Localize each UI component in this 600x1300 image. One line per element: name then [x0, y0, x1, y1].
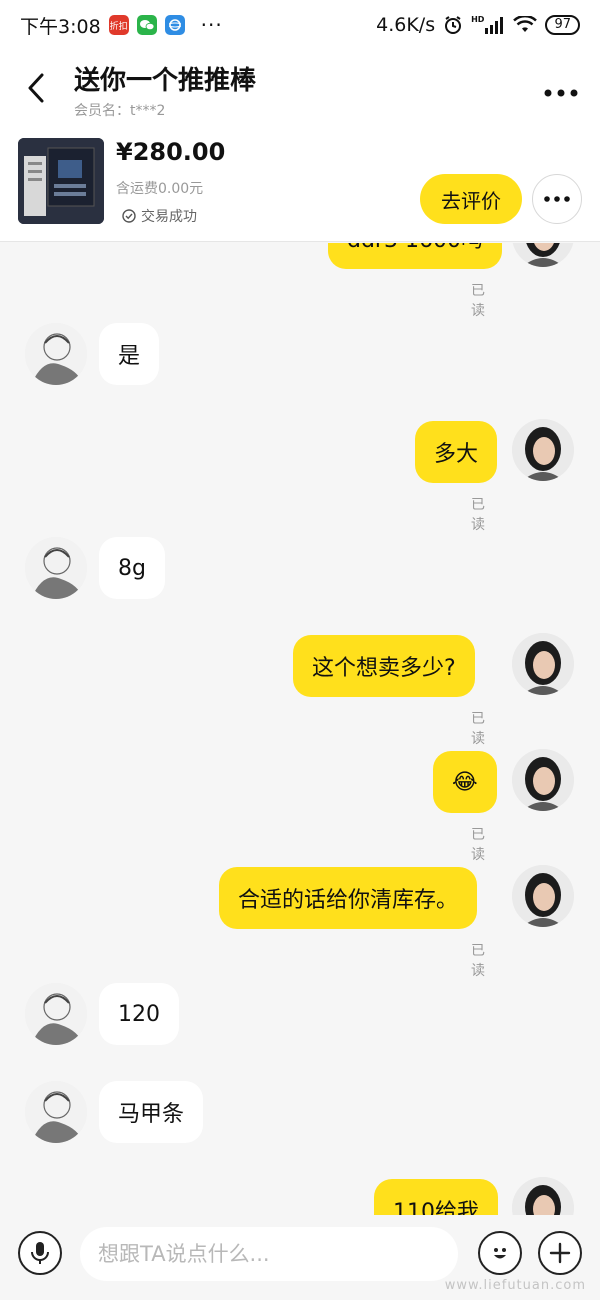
read-receipt: 已读	[471, 827, 485, 863]
seller-avatar[interactable]	[512, 633, 574, 695]
wifi-icon	[513, 16, 538, 34]
notification-app-icon: 折扣	[108, 15, 129, 35]
read-receipt: 已读	[471, 943, 485, 979]
signal-icon: HD	[471, 15, 505, 34]
message-bubble[interactable]: ddr3 1600吗	[328, 243, 502, 269]
trade-status: 交易成功	[122, 206, 197, 226]
message-bubble[interactable]: 😂	[433, 751, 497, 813]
product-summary[interactable]: ¥280.00 含运费0.00元 交易成功 去评价	[0, 132, 600, 242]
product-price: ¥280.00	[116, 138, 226, 166]
member-name: 会员名：t***2	[74, 103, 166, 119]
buyer-avatar[interactable]	[25, 323, 87, 385]
message-bubble[interactable]: 是	[99, 323, 160, 385]
voice-button[interactable]	[18, 1231, 62, 1275]
status-bar: 下午3:08 折扣 ··· 4.6K/s HD 97	[0, 0, 600, 50]
message-bubble[interactable]: 120	[99, 983, 179, 1045]
buyer-avatar[interactable]	[25, 983, 87, 1045]
add-attachment-button[interactable]	[538, 1231, 582, 1275]
message-bubble[interactable]: 这个想卖多少?	[293, 635, 475, 697]
shipping-fee: 含运费0.00元	[116, 181, 204, 197]
ellipsis-icon	[544, 196, 570, 202]
back-button[interactable]	[18, 68, 54, 108]
chat-header: 送你一个推推棒 会员名：t***2	[0, 50, 600, 132]
page-title: 送你一个推推棒	[74, 66, 257, 96]
wechat-icon	[136, 15, 157, 35]
network-speed: 4.6K/s	[376, 14, 436, 36]
alarm-icon	[443, 15, 463, 35]
read-receipt: 已读	[471, 283, 485, 319]
review-button[interactable]: 去评价	[420, 174, 522, 224]
more-notifications-icon: ···	[200, 13, 223, 37]
emoji-button[interactable]	[478, 1231, 522, 1275]
message-input[interactable]	[80, 1227, 458, 1281]
read-receipt: 已读	[471, 711, 485, 747]
seller-avatar[interactable]	[512, 749, 574, 811]
seller-avatar[interactable]	[512, 419, 574, 481]
message-bubble[interactable]: 合适的话给你清库存。	[219, 867, 478, 929]
read-receipt: 已读	[471, 497, 485, 533]
ellipsis-icon	[544, 89, 578, 97]
check-circle-icon	[122, 209, 136, 223]
trade-status-label: 交易成功	[141, 209, 197, 225]
seller-avatar[interactable]	[512, 1177, 574, 1215]
battery-indicator: 97	[545, 15, 580, 35]
emoji-icon	[494, 1248, 506, 1259]
chevron-left-icon	[28, 73, 44, 103]
buyer-avatar[interactable]	[25, 537, 87, 599]
product-image[interactable]	[18, 138, 104, 224]
seller-avatar[interactable]	[512, 243, 574, 267]
plus-icon	[549, 1242, 571, 1264]
seller-avatar[interactable]	[512, 865, 574, 927]
microphone-icon	[31, 1242, 49, 1264]
message-bubble[interactable]: 马甲条	[99, 1081, 204, 1143]
browser-icon	[164, 15, 185, 35]
buyer-avatar[interactable]	[25, 1081, 87, 1143]
message-bubble[interactable]: 8g	[99, 537, 165, 599]
message-bubble[interactable]: 110给我	[374, 1179, 498, 1215]
message-bubble[interactable]: 多大	[415, 421, 498, 483]
status-time: 下午3:08	[20, 15, 101, 38]
watermark: www.liefutuan.com	[444, 1278, 586, 1293]
product-more-button[interactable]	[532, 174, 582, 224]
chat-messages[interactable]: ddr3 1600吗 已读 是 多大 已读 8g 这个想卖多少? 已读	[0, 243, 600, 1215]
more-options-button[interactable]	[544, 74, 578, 104]
